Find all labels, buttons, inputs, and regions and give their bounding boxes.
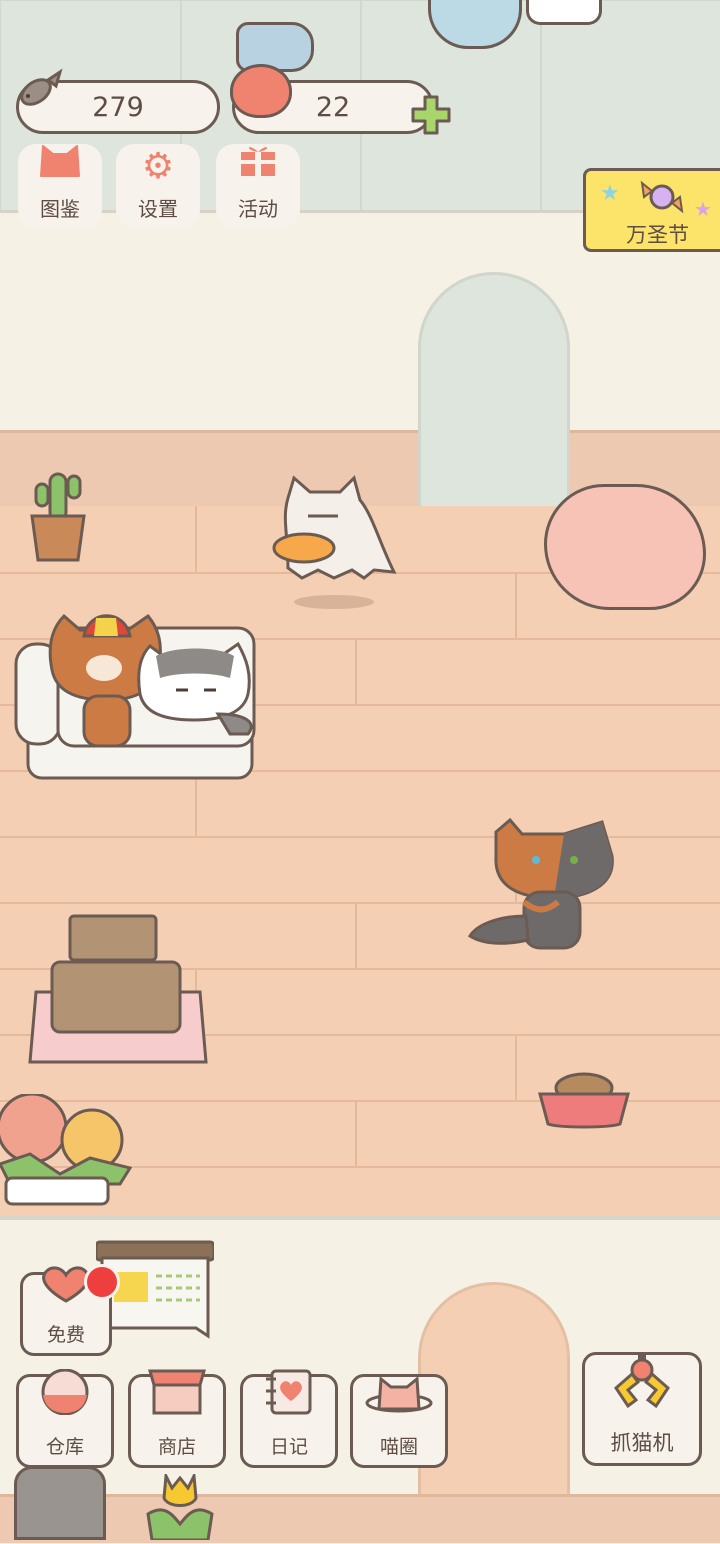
diary-icon [264,1369,314,1424]
fish-count: 279 [92,91,144,123]
ghost-costume-cat[interactable] [268,474,400,614]
diary-button[interactable]: 日记 [240,1369,338,1468]
cat-circle-label: 喵圈 [379,1436,418,1458]
shop-label: 商店 [157,1436,196,1458]
events-button[interactable]: 活动 [216,144,300,228]
storage-label: 仓库 [45,1436,84,1458]
storage-icon [37,1368,93,1424]
doorway-inner [418,272,570,511]
beanbag [544,484,706,610]
cat-tower [14,1466,106,1540]
claw-machine-label: 抓猫机 [610,1431,674,1455]
notification-badge [84,1264,120,1300]
settings-label: 设置 [138,197,178,221]
shop-icon [148,1369,206,1424]
cat-head-icon [37,142,83,187]
heart-count: 22 [315,91,351,123]
plus-icon [411,95,451,135]
tulip-pot [138,1470,222,1542]
cactus-pot [28,470,88,566]
halloween-event-banner[interactable]: ★ ★ 万圣节 [583,168,720,252]
gift-icon [238,140,278,187]
slippers [526,0,602,25]
cat-circle-button[interactable]: 喵圈 [350,1374,448,1468]
events-label: 活动 [238,197,278,221]
fish-icon [14,66,64,116]
calico-cat[interactable] [466,816,616,954]
free-label: 免费 [46,1324,85,1346]
star-icon: ★ [694,197,712,221]
shop-button[interactable]: 商店 [128,1369,226,1468]
claw-machine-button[interactable]: 抓猫机 [582,1352,702,1466]
candy-icon [640,179,684,219]
storage-button[interactable]: 仓库 [16,1368,114,1468]
banner-label: 万圣节 [626,223,689,247]
gear-icon: ⚙ [141,146,175,187]
star-icon: ★ [600,181,620,206]
diary-label: 日记 [269,1436,308,1458]
settings-button[interactable]: ⚙ 设置 [116,144,200,228]
lower-baseboard [0,1494,720,1543]
collection-label: 图鉴 [40,197,80,221]
hair-dryer [236,22,314,72]
gray-white-cat[interactable] [134,638,260,742]
food-bowl [538,1066,630,1130]
flower-planter [0,1092,133,1212]
heart-icon [230,64,292,118]
collection-button[interactable]: 图鉴 [18,144,102,228]
claw-machine-icon [610,1352,674,1419]
cat-planet-icon [365,1373,433,1424]
kotatsu-table [26,912,210,1068]
add-hearts-button[interactable] [410,94,452,136]
